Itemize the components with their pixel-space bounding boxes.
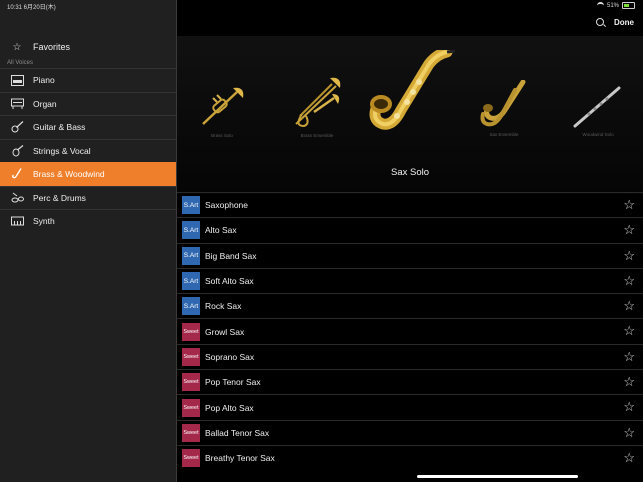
battery-percent: 51%	[606, 2, 619, 9]
current-category-title: Sax Solo	[390, 167, 430, 178]
home-indicator	[417, 475, 578, 478]
list-item[interactable]: S.Art Big Band Sax ☆	[177, 242, 643, 268]
category-label: Woodwind Solo	[582, 132, 614, 137]
sidebar-item-label: Strings & Vocal	[33, 145, 91, 156]
done-button[interactable]: Done	[614, 18, 634, 27]
battery-icon	[622, 2, 635, 9]
search-icon[interactable]	[596, 18, 604, 26]
sidebar-item-piano[interactable]: Piano	[0, 68, 176, 92]
voice-name: Pop Tenor Sax	[205, 377, 261, 388]
favorite-star-icon[interactable]: ☆	[623, 400, 635, 413]
favorite-star-icon[interactable]: ☆	[623, 299, 635, 312]
category-sax-ensemble[interactable]: Sax Ensemble	[479, 80, 529, 137]
sidebar-item-label: Synth	[33, 216, 55, 227]
voice-name: Pop Alto Sax	[205, 402, 254, 413]
voice-name: Soprano Sax	[205, 351, 255, 362]
sidebar-item-brass-woodwind[interactable]: Brass & Woodwind	[0, 162, 176, 186]
sidebar-item-perc-drums[interactable]: Perc & Drums	[0, 185, 176, 210]
favorite-star-icon[interactable]: ☆	[623, 426, 635, 439]
category-brass-solo[interactable]: Brass Solo	[197, 84, 247, 138]
category-label: Brass Solo	[211, 133, 233, 138]
category-woodwind-solo[interactable]: Woodwind Solo	[573, 86, 623, 137]
voice-type-badge: Sweet	[182, 449, 200, 468]
sidebar-item-label: Brass & Woodwind	[33, 169, 105, 180]
sidebar-item-label: Organ	[33, 98, 57, 109]
flute-image	[573, 86, 621, 128]
section-label: All Voices	[7, 60, 34, 66]
sidebar-item-synth[interactable]: Synth	[0, 209, 176, 233]
piano-icon	[10, 74, 24, 86]
list-item[interactable]: Sweet Pop Alto Sax ☆	[177, 394, 643, 419]
favorite-star-icon[interactable]: ☆	[623, 375, 635, 388]
list-item[interactable]: S.Art Alto Sax ☆	[177, 217, 643, 242]
alto-saxophone-image	[369, 50, 456, 130]
drums-icon	[10, 192, 24, 204]
voice-list: S.Art Saxophone ☆ S.Art Alto Sax ☆ S.Art Big Ba…	[177, 192, 643, 470]
voice-type-badge: S.Art	[182, 221, 200, 240]
voice-name: Saxophone	[205, 200, 249, 211]
voice-category-list: Piano Organ Guitar & Bass Strings & Voca…	[0, 68, 176, 233]
voice-type-badge: Sweet	[182, 423, 200, 442]
favorite-star-icon[interactable]: ☆	[623, 223, 635, 236]
voice-name: Ballad Tenor Sax	[205, 427, 270, 438]
category-sax-solo[interactable]	[367, 50, 457, 149]
category-label: Brass Ensemble	[300, 133, 334, 138]
voice-name: Growl Sax	[205, 326, 245, 337]
list-item[interactable]: Sweet Pop Tenor Sax ☆	[177, 369, 643, 394]
main-panel: 51% Done Brass Solo Brass Ensemble Sax E…	[177, 0, 643, 482]
list-item[interactable]: Sweet Breathy Tenor Sax ☆	[177, 444, 643, 470]
list-item[interactable]: Sweet Growl Sax ☆	[177, 318, 643, 343]
violin-icon	[10, 144, 24, 157]
trombone-trumpet-image	[295, 77, 341, 128]
favorite-star-icon[interactable]: ☆	[623, 350, 635, 363]
instrument-carousel[interactable]: Brass Solo Brass Ensemble Sax Ensemble W…	[177, 36, 643, 194]
voice-type-badge: Sweet	[182, 373, 200, 392]
voice-name: Breathy Tenor Sax	[205, 453, 275, 464]
favorite-star-icon[interactable]: ☆	[623, 451, 635, 464]
list-item[interactable]: S.Art Rock Sax ☆	[177, 293, 643, 318]
favorite-star-icon[interactable]: ☆	[623, 274, 635, 287]
category-brass-ensemble[interactable]: Brass Ensemble	[292, 76, 342, 138]
wifi-icon	[596, 2, 604, 9]
sidebar-item-strings-vocal[interactable]: Strings & Vocal	[0, 138, 176, 163]
list-item[interactable]: Sweet Soprano Sax ☆	[177, 343, 643, 369]
sidebar-item-organ[interactable]: Organ	[0, 91, 176, 116]
voice-type-badge: Sweet	[182, 322, 200, 341]
voice-type-badge: Sweet	[182, 398, 200, 417]
voice-type-badge: Sweet	[182, 347, 200, 366]
sidebar-item-favorites[interactable]: ☆ Favorites	[0, 36, 176, 58]
list-item[interactable]: S.Art Soft Alto Sax ☆	[177, 267, 643, 293]
voice-name: Big Band Sax	[205, 250, 257, 261]
guitar-icon	[10, 121, 24, 133]
star-icon: ☆	[12, 41, 22, 53]
sidebar-item-label: Perc & Drums	[33, 192, 86, 203]
voice-type-badge: S.Art	[182, 246, 200, 265]
favorite-star-icon[interactable]: ☆	[623, 249, 635, 262]
sidebar-item-label: Guitar & Bass	[33, 122, 86, 133]
favorite-star-icon[interactable]: ☆	[623, 198, 635, 211]
keyboard-icon	[10, 215, 24, 227]
status-time-date: 10:31 6月20日(木)	[7, 5, 56, 11]
sidebar-item-guitar-bass[interactable]: Guitar & Bass	[0, 115, 176, 139]
saxophone-icon	[10, 168, 24, 180]
sidebar-item-label: Piano	[33, 75, 55, 86]
sidebar: 10:31 6月20日(木) ☆ Favorites All Voices Pi…	[0, 0, 177, 482]
organ-icon	[10, 98, 24, 110]
toolbar: Done	[177, 10, 643, 34]
voice-type-badge: S.Art	[182, 196, 200, 215]
sidebar-item-label: Favorites	[33, 42, 71, 52]
list-item[interactable]: S.Art Saxophone ☆	[177, 192, 643, 217]
voice-type-badge: S.Art	[182, 272, 200, 291]
voice-name: Rock Sax	[205, 301, 242, 312]
favorite-star-icon[interactable]: ☆	[623, 324, 635, 337]
saxophones-image	[480, 80, 526, 127]
list-item[interactable]: Sweet Ballad Tenor Sax ☆	[177, 419, 643, 445]
voice-name: Alto Sax	[205, 225, 237, 236]
trumpet-image	[202, 87, 244, 125]
status-indicators: 51%	[596, 2, 635, 9]
voice-type-badge: S.Art	[182, 297, 200, 316]
category-label: Sax Ensemble	[489, 132, 519, 137]
voice-name: Soft Alto Sax	[205, 276, 254, 287]
